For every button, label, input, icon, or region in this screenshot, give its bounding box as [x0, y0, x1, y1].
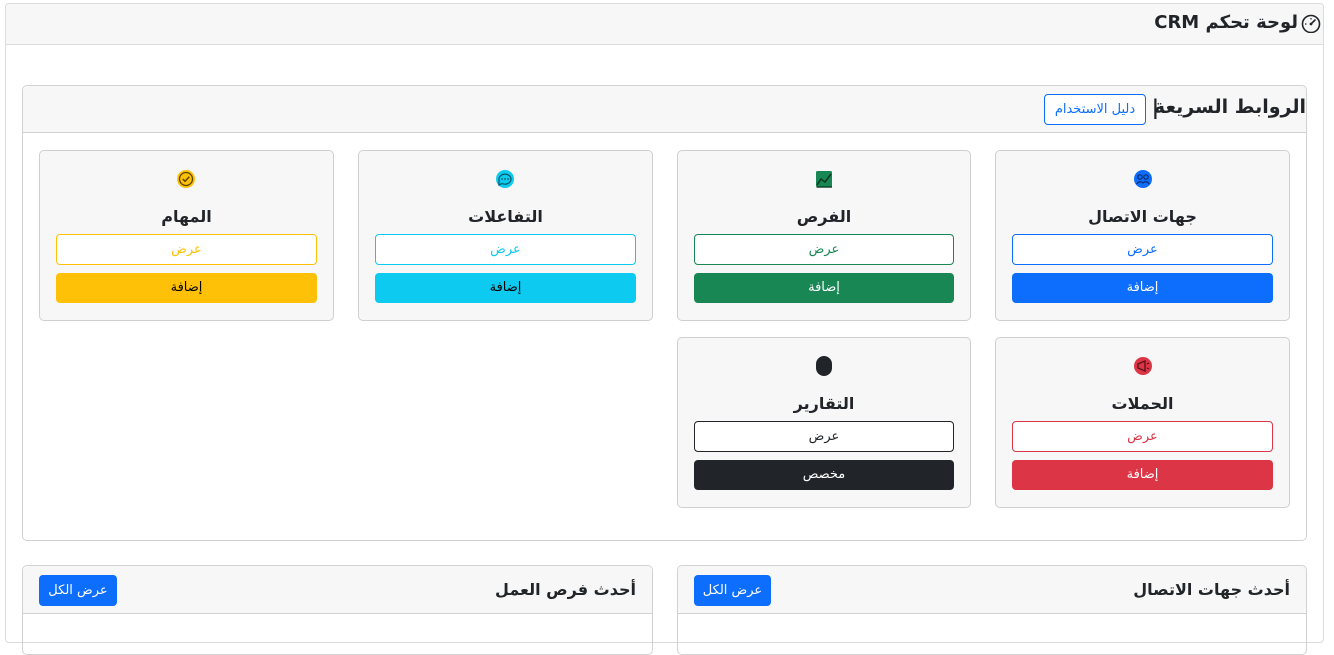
gauge-icon: [1301, 14, 1321, 33]
contacts-view-button[interactable]: عرض: [1012, 234, 1273, 265]
card-title-tasks: المهام: [161, 207, 212, 226]
chart-icon: [816, 171, 832, 188]
card-title-opportunities: الفرص: [796, 207, 852, 226]
campaigns-view-button[interactable]: عرض: [1012, 421, 1273, 452]
recent-contacts-view-all-button[interactable]: عرض الكل: [694, 575, 771, 606]
card-title-campaigns: الحملات: [1111, 394, 1174, 413]
tasks-add-button[interactable]: إضافة: [56, 273, 317, 303]
reports-view-button[interactable]: عرض: [694, 421, 954, 452]
reports-custom-button[interactable]: مخصص: [694, 460, 954, 490]
campaigns-add-button[interactable]: إضافة: [1012, 460, 1273, 490]
opportunities-view-button[interactable]: عرض: [694, 234, 954, 265]
user-guide-button[interactable]: دليل الاستخدام: [1044, 94, 1146, 125]
tasks-view-button[interactable]: عرض: [56, 234, 317, 265]
recent-opportunities-view-all-button[interactable]: عرض الكل: [39, 575, 117, 606]
recent-contacts-title: أحدث جهات الاتصال: [1133, 580, 1290, 599]
megaphone-icon: [1134, 357, 1152, 375]
card-title-reports: التقارير: [793, 394, 855, 413]
opportunities-add-button[interactable]: إضافة: [694, 273, 954, 303]
check-circle-icon: [177, 170, 195, 188]
interactions-add-button[interactable]: إضافة: [375, 273, 636, 303]
quick-links-separator: |: [1151, 95, 1159, 119]
card-title-interactions: التفاعلات: [468, 207, 543, 226]
dashboard-header: [6, 4, 1323, 45]
contacts-icon: [1134, 170, 1152, 188]
recent-opportunities-title: أحدث فرص العمل: [495, 580, 636, 599]
chat-icon: [496, 170, 514, 188]
card-title-contacts: جهات الاتصال: [1088, 207, 1197, 226]
page-title: لوحة تحكم CRM: [1154, 12, 1298, 33]
quick-links-title: الروابط السريعة: [1153, 96, 1306, 118]
report-icon: [816, 356, 832, 376]
interactions-view-button[interactable]: عرض: [375, 234, 636, 265]
contacts-add-button[interactable]: إضافة: [1012, 273, 1273, 303]
